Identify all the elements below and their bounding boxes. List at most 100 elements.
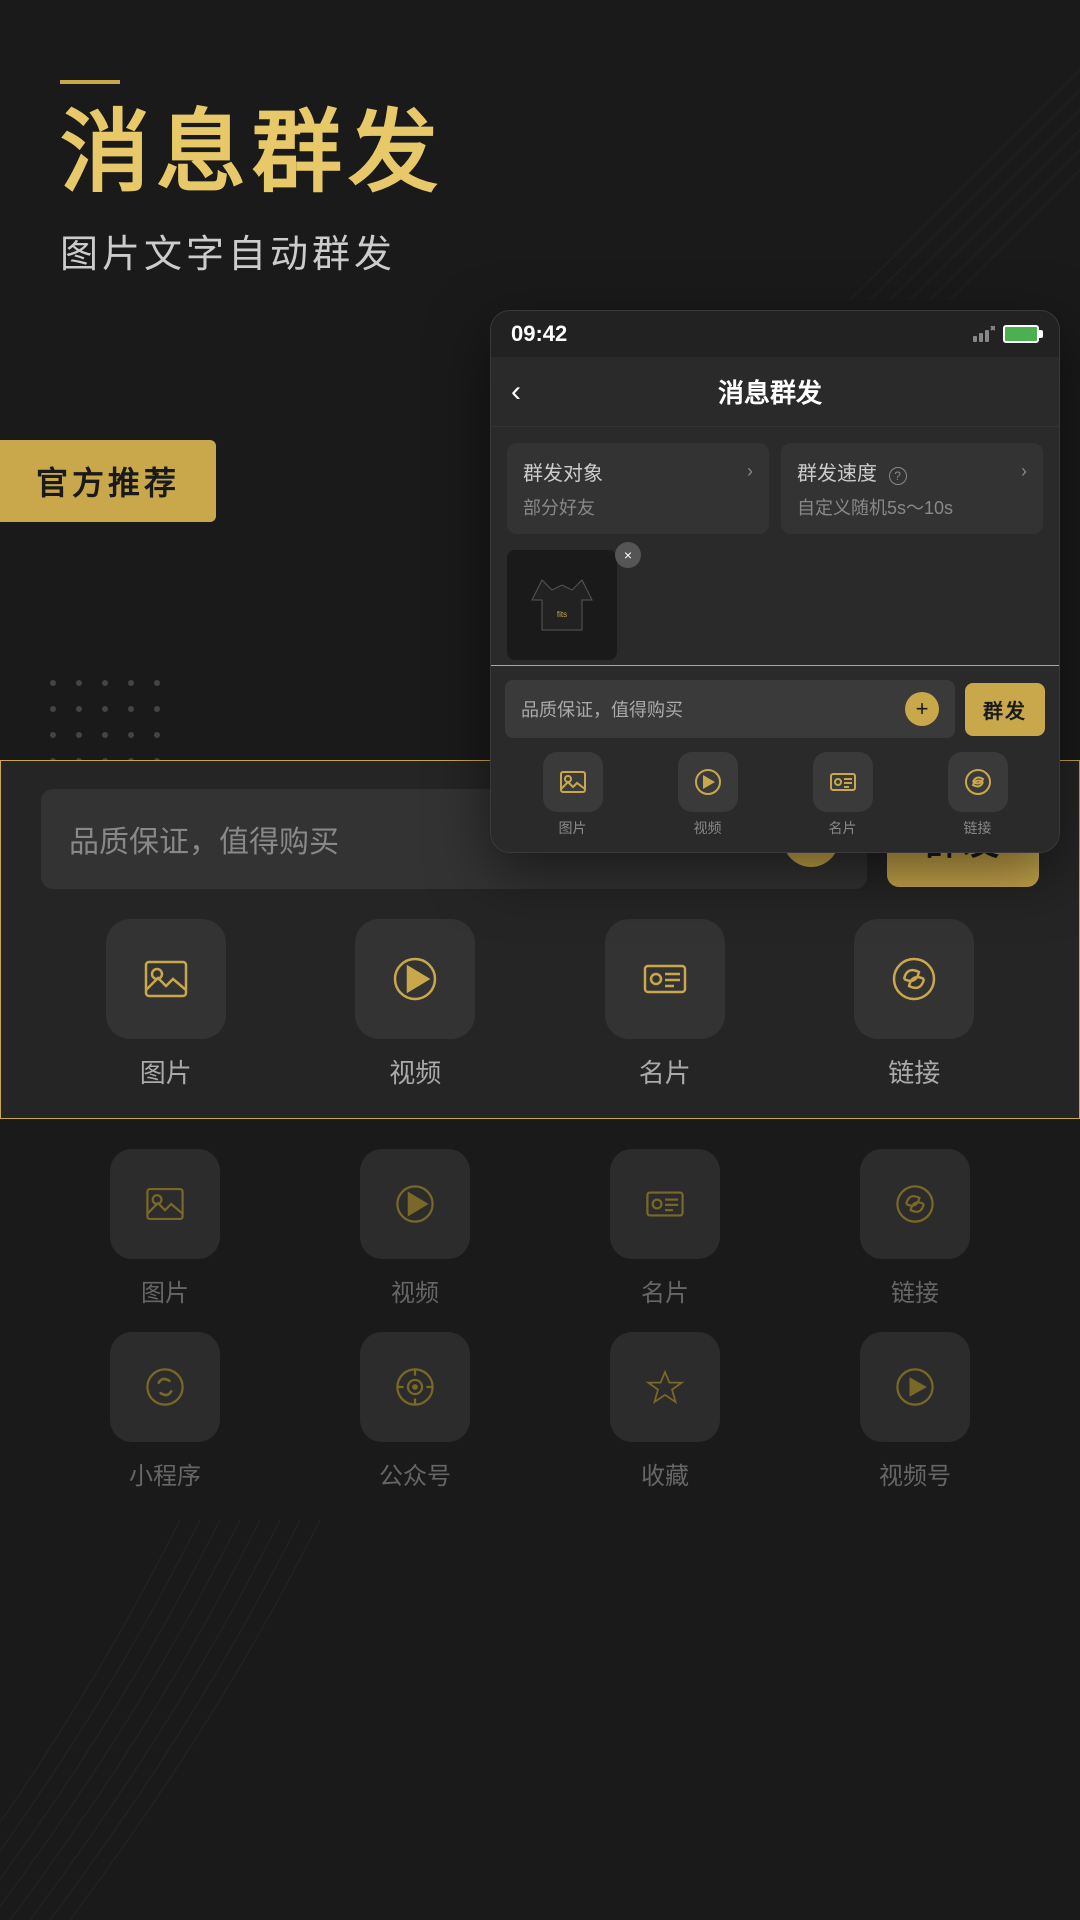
card-icon-box-dim [610,1149,720,1259]
media-official-account[interactable]: 公众号 [360,1332,470,1491]
miniprogram-icon [143,1365,187,1409]
speed-label: 群发速度 ? [797,457,907,486]
top-section: 消息群发 图片文字自动群发 [0,0,1080,318]
signal-icon [973,326,995,342]
media-favorites[interactable]: 收藏 [610,1332,720,1491]
phone-media-card[interactable]: 名片 [813,752,873,838]
card-icon-dim [643,1182,687,1226]
phone-mockup: 09:42 ‹ 消息群发 群发对象 › 部分好友 [490,310,1060,853]
dot [50,732,56,738]
target-label: 群发对象 [523,457,603,486]
image-icon-dim [143,1182,187,1226]
official-account-label: 公众号 [379,1456,451,1491]
image-icon-box-dim [110,1149,220,1259]
phone-link-label: 链接 [964,818,992,838]
media-link-item[interactable]: 链接 [854,919,974,1090]
navbar-title: 消息群发 [541,373,999,410]
phone-media-image[interactable]: 图片 [543,752,603,838]
media-link-dim[interactable]: 链接 [860,1149,970,1308]
link-label-dim: 链接 [891,1273,939,1308]
svg-text:fits: fits [557,610,567,619]
target-settings-card[interactable]: 群发对象 › 部分好友 [507,443,769,534]
official-account-icon [393,1365,437,1409]
phone-card-label: 名片 [829,818,857,838]
video-icon-box [355,919,475,1039]
media-card-item[interactable]: 名片 [605,919,725,1090]
media-image-dim[interactable]: 图片 [110,1149,220,1308]
official-account-icon-box [360,1332,470,1442]
favorites-label: 收藏 [641,1456,689,1491]
link-icon-box [854,919,974,1039]
target-chevron-icon: › [747,461,753,482]
card-icon-box [605,919,725,1039]
media-video-dim[interactable]: 视频 [360,1149,470,1308]
media-video-item[interactable]: 视频 [355,919,475,1090]
media-video-account[interactable]: 视频号 [860,1332,970,1491]
link-icon [889,954,939,1004]
main-input-placeholder: 品质保证，值得购买 [69,817,339,861]
battery-icon [1003,325,1039,343]
video-icon-dim [393,1182,437,1226]
dash-decoration [60,80,120,84]
status-time: 09:42 [511,321,567,347]
media-image-item[interactable]: 图片 [106,919,226,1090]
dot [76,680,82,686]
media-card-dim[interactable]: 名片 [610,1149,720,1308]
phone-plus-label: + [916,696,929,722]
link-label: 链接 [888,1053,940,1090]
phone-text-input[interactable]: 品质保证，值得购买 + [505,680,955,738]
media-row2: 图片 视频 名片 [0,1119,1080,1308]
dot [128,732,134,738]
phone-link-icon-box [948,752,1008,812]
phone-image-label: 图片 [559,818,587,838]
phone-media-video[interactable]: 视频 [678,752,738,838]
dot [154,706,160,712]
main-title: 消息群发 [60,104,1020,203]
card-label-dim: 名片 [641,1273,689,1308]
dot [50,680,56,686]
official-badge: 官方推荐 [0,440,216,522]
card-label: 名片 [639,1053,691,1090]
image-preview-container: fits × [491,550,633,660]
media-miniprogram[interactable]: 小程序 [110,1332,220,1491]
favorites-icon-box [610,1332,720,1442]
main-bottom-panel: 品质保证，值得购买 + 群发 图片 [0,760,1080,1920]
speed-value: 自定义随机5s～10s [797,494,1027,520]
target-value: 部分好友 [523,494,753,520]
dot [154,732,160,738]
speed-chevron-icon: › [1021,461,1027,482]
dot [154,680,160,686]
video-account-icon [893,1365,937,1409]
phone-send-button[interactable]: 群发 [965,683,1045,736]
video-icon [390,954,440,1004]
phone-video-icon-box [678,752,738,812]
dot [76,706,82,712]
tshirt-image: fits [507,550,617,660]
card-icon [640,954,690,1004]
status-icons [973,325,1039,343]
app-navbar: ‹ 消息群发 [491,357,1059,427]
image-label-dim: 图片 [141,1273,189,1308]
phone-add-button[interactable]: + [905,692,939,726]
dot [128,680,134,686]
speed-label-text: 群发速度 [797,463,877,485]
phone-media-icons: 图片 视频 [505,752,1045,838]
phone-input-text: 品质保证，值得购买 [521,696,683,722]
video-account-icon-box [860,1332,970,1442]
dot [128,706,134,712]
dot [102,732,108,738]
phone-input-panel: 品质保证，值得购买 + 群发 图片 [491,665,1059,852]
preview-close-button[interactable]: × [615,542,641,568]
video-icon-box-dim [360,1149,470,1259]
video-label-dim: 视频 [391,1273,439,1308]
video-account-label: 视频号 [879,1456,951,1491]
phone-media-link[interactable]: 链接 [948,752,1008,838]
image-icon [141,954,191,1004]
link-icon-dim [893,1182,937,1226]
back-button[interactable]: ‹ [511,375,521,409]
settings-area: 群发对象 › 部分好友 群发速度 ? › 自定义随机5s～10s [491,427,1059,550]
image-icon-box [106,919,226,1039]
dot [50,706,56,712]
speed-settings-card[interactable]: 群发速度 ? › 自定义随机5s～10s [781,443,1043,534]
image-label: 图片 [140,1053,192,1090]
